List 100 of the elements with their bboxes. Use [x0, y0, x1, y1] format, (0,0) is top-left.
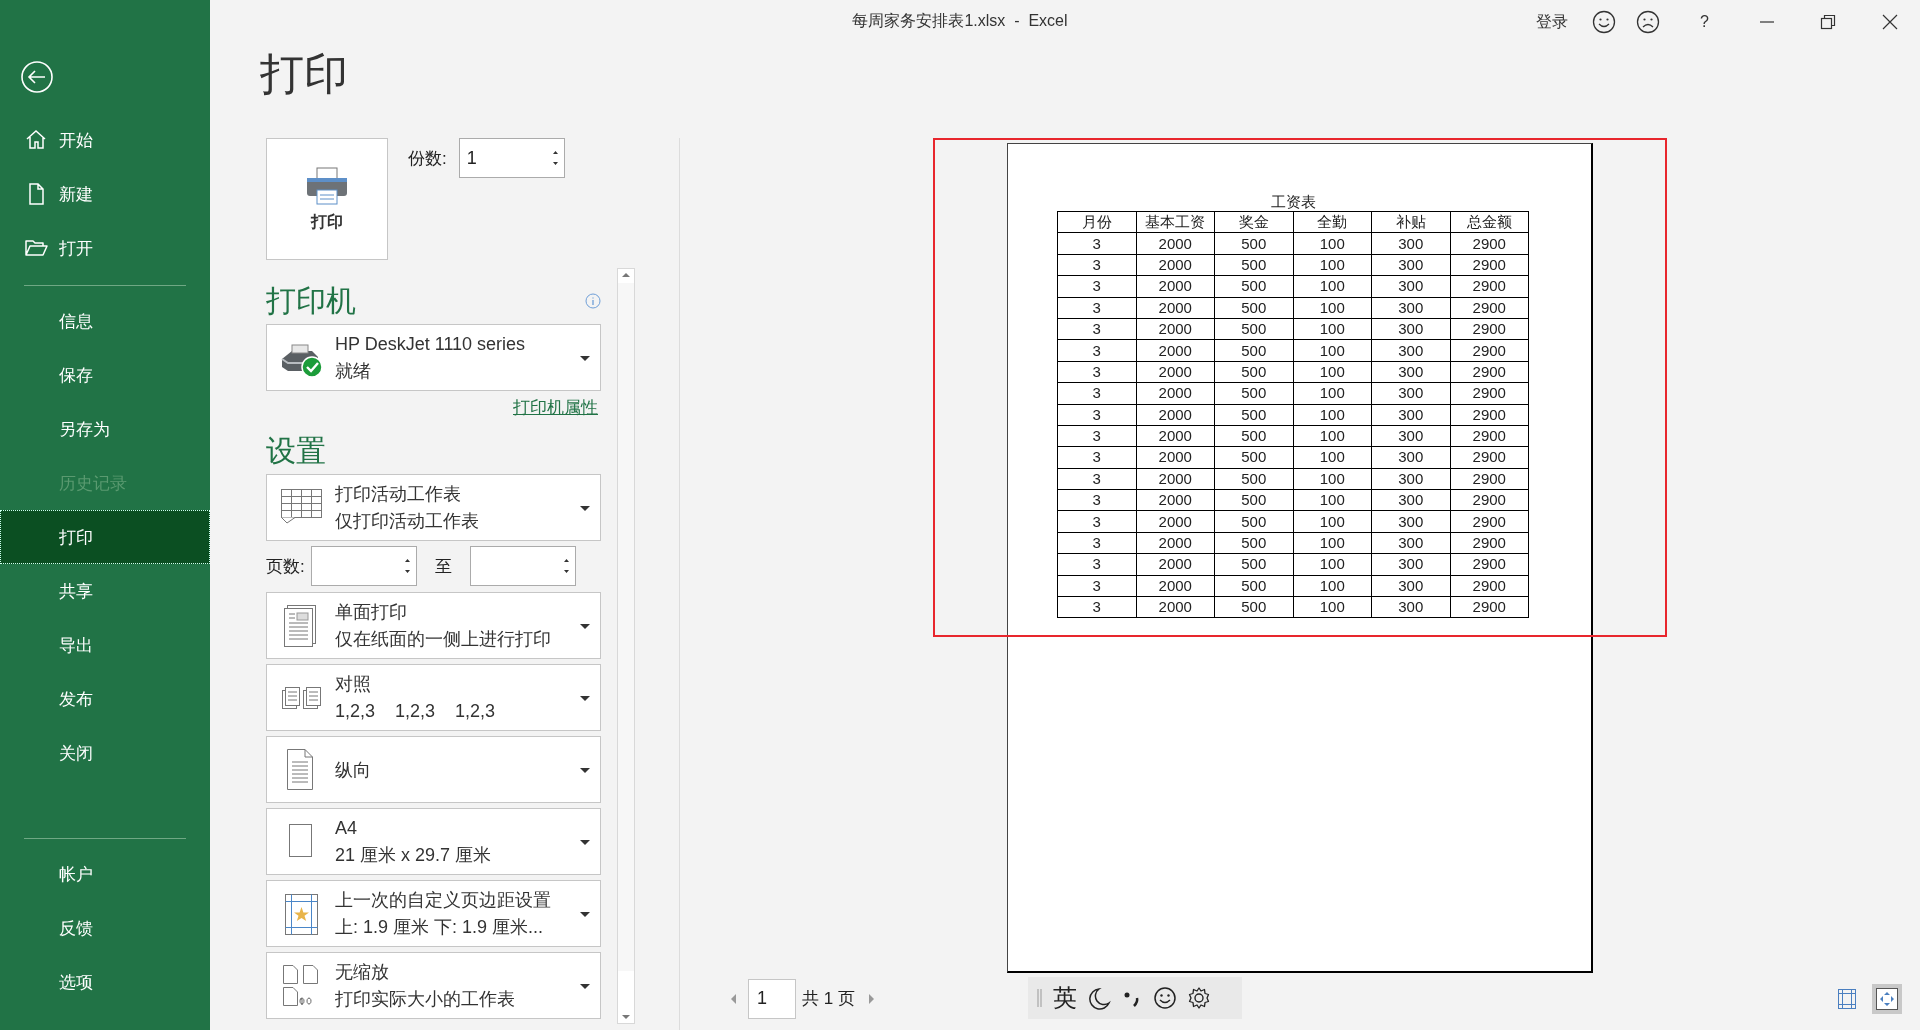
table-cell: 2000	[1136, 446, 1215, 469]
next-page-icon[interactable]	[866, 991, 877, 1006]
settings-dropdown[interactable]: 单面打印 仅在纸面的一侧上进行打印	[266, 592, 601, 659]
table-cell: 100	[1293, 446, 1372, 469]
spinner-icon[interactable]	[561, 557, 571, 575]
table-cell: 500	[1214, 339, 1293, 362]
table-cell: 500	[1214, 468, 1293, 490]
table-cell: 2000	[1136, 553, 1215, 576]
sidebar-item[interactable]: 开始	[0, 113, 210, 167]
table-cell: 500	[1214, 553, 1293, 576]
sidebar-item[interactable]: 反馈	[0, 901, 210, 955]
table-cell: 3	[1057, 339, 1136, 362]
caret-icon	[580, 624, 590, 629]
table-cell: 3	[1057, 318, 1136, 340]
table-cell: 3	[1057, 361, 1136, 383]
table-cell: 2900	[1450, 232, 1529, 255]
sign-in-link[interactable]: 登录	[1536, 11, 1569, 33]
caret-icon	[580, 768, 590, 773]
table-cell: 100	[1293, 275, 1372, 298]
table-cell: 300	[1371, 404, 1450, 426]
sidebar-item[interactable]: 关闭	[0, 726, 210, 780]
table-cell: 500	[1214, 275, 1293, 298]
sidebar-item[interactable]: 信息	[0, 294, 210, 348]
smiley-icon[interactable]	[1592, 10, 1617, 34]
settings-dropdown[interactable]: A4 21 厘米 x 29.7 厘米	[266, 808, 601, 875]
settings-icon[interactable]	[1187, 986, 1211, 1010]
table-cell: 3	[1057, 232, 1136, 255]
table-cell: 100	[1293, 339, 1372, 362]
pages-icon	[281, 686, 321, 709]
sidebar-item[interactable]: 保存	[0, 348, 210, 402]
help-button[interactable]: ?	[1700, 13, 1709, 31]
input-mode-button[interactable]: 英	[1053, 982, 1077, 1014]
settings-dropdown[interactable]: 无缩放 打印实际大小的工作表	[266, 952, 601, 1019]
moon-icon[interactable]	[1087, 986, 1111, 1010]
table-cell: 100	[1293, 468, 1372, 490]
sidebar-item[interactable]: 共享	[0, 564, 210, 618]
table-cell: 3	[1057, 532, 1136, 554]
page-number-field[interactable]: 1	[748, 978, 796, 1019]
table-cell: 100	[1293, 575, 1372, 597]
pages-to-label: 至	[434, 555, 452, 578]
sidebar-item[interactable]: 选项	[0, 955, 210, 1009]
table-cell: 2900	[1450, 532, 1529, 554]
table-cell: 500	[1214, 254, 1293, 276]
sidebar-item[interactable]: 打开	[0, 221, 210, 275]
sidebar-item[interactable]: 导出	[0, 618, 210, 672]
table-cell: 2900	[1450, 404, 1529, 426]
spinner-icon[interactable]	[550, 149, 560, 167]
page-to-field[interactable]	[469, 546, 576, 586]
column-header: 月份	[1057, 211, 1136, 233]
table-cell: 2000	[1136, 361, 1215, 383]
table-cell: 500	[1214, 361, 1293, 383]
copies-field[interactable]: 1	[458, 138, 565, 178]
table-cell: 300	[1371, 232, 1450, 255]
table-cell: 2000	[1136, 468, 1215, 490]
table-cell: 500	[1214, 532, 1293, 554]
pages-label: 页数:	[266, 555, 305, 578]
page-count: 共 1 页	[802, 988, 855, 1010]
frown-icon[interactable]	[1636, 10, 1661, 34]
page-from-field[interactable]	[310, 546, 417, 586]
printer-icon	[304, 165, 350, 206]
table-cell: 100	[1293, 361, 1372, 383]
table-cell: 500	[1214, 404, 1293, 426]
table-cell: 500	[1214, 318, 1293, 340]
restore-icon[interactable]	[1820, 14, 1836, 30]
table-cell: 100	[1293, 254, 1372, 276]
settings-dropdown[interactable]: 纵向	[266, 736, 601, 803]
table-cell: 3	[1057, 404, 1136, 426]
zoom-to-page-icon[interactable]	[1872, 983, 1902, 1014]
show-margins-icon[interactable]	[1836, 986, 1858, 1011]
column-header: 奖金	[1214, 211, 1293, 233]
table-cell: 300	[1371, 297, 1450, 319]
drag-handle-icon[interactable]	[1036, 987, 1043, 1009]
table-cell: 2900	[1450, 425, 1529, 447]
table-cell: 3	[1057, 553, 1136, 576]
table-cell: 2900	[1450, 468, 1529, 490]
scrollbar[interactable]	[617, 268, 635, 1024]
print-button[interactable]: 打印	[266, 138, 388, 260]
table-cell: 2000	[1136, 596, 1215, 618]
emoji-icon[interactable]	[1153, 986, 1177, 1010]
caret-icon	[580, 506, 590, 511]
caret-icon	[580, 984, 590, 989]
back-icon[interactable]	[20, 60, 54, 94]
sidebar-item[interactable]: 新建	[0, 167, 210, 221]
sidebar-item[interactable]: 帐户	[0, 847, 210, 901]
sidebar-item[interactable]: 另存为	[0, 402, 210, 456]
table-cell: 500	[1214, 297, 1293, 319]
column-header: 基本工资	[1136, 211, 1215, 233]
table-cell: 2900	[1450, 510, 1529, 533]
settings-dropdown[interactable]: 打印活动工作表 仅打印活动工作表	[266, 474, 601, 541]
spinner-icon[interactable]	[402, 557, 412, 575]
settings-dropdown[interactable]: 上一次的自定义页边距设置 上: 1.9 厘米 下: 1.9 厘米...	[266, 880, 601, 947]
sidebar-item[interactable]: 打印	[0, 510, 210, 564]
close-icon[interactable]	[1882, 14, 1898, 30]
table-cell: 3	[1057, 596, 1136, 618]
caret-icon	[580, 840, 590, 845]
table-cell: 100	[1293, 318, 1372, 340]
table-cell: 2900	[1450, 553, 1529, 576]
printer-dropdown[interactable]: HP DeskJet 1110 series 就绪	[266, 324, 601, 391]
settings-dropdown[interactable]: 对照 1,2,3 1,2,3 1,2,3	[266, 664, 601, 731]
sidebar-item[interactable]: 发布	[0, 672, 210, 726]
